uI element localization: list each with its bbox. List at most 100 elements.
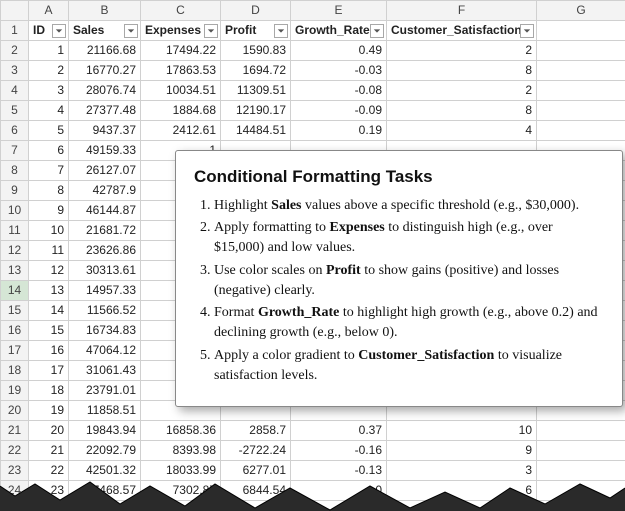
cell-expenses[interactable]: 17863.53 [141,61,221,81]
row-number[interactable]: 22 [1,441,29,461]
row-number[interactable]: 24 [1,481,29,501]
row-number[interactable]: 19 [1,381,29,401]
cell-sales[interactable]: 21166.68 [69,41,141,61]
cell-sales[interactable]: 28076.74 [69,81,141,101]
col-letter-E[interactable]: E [291,1,387,21]
cell-growth-rate[interactable]: 0.37 [291,421,387,441]
cell-id[interactable]: 2 [29,61,69,81]
cell-id[interactable]: 6 [29,141,69,161]
cell-empty[interactable] [537,21,625,41]
cell-id[interactable]: 4 [29,101,69,121]
header-profit[interactable]: Profit [221,21,291,41]
row-number[interactable]: 11 [1,221,29,241]
cell-expenses[interactable]: 18033.99 [141,461,221,481]
row-number[interactable]: 10 [1,201,29,221]
cell-sales[interactable]: 26127.07 [69,161,141,181]
cell-customer-satisfaction[interactable]: 10 [387,421,537,441]
cell-id[interactable]: 21 [29,441,69,461]
cell-expenses[interactable]: 16858.36 [141,421,221,441]
cell-sales[interactable]: 23626.86 [69,241,141,261]
header-id[interactable]: ID [29,21,69,41]
cell-profit[interactable]: 6844.54 [221,481,291,501]
cell-sales[interactable]: 22092.79 [69,441,141,461]
cell-id[interactable]: 11 [29,241,69,261]
cell-profit[interactable]: 14484.51 [221,121,291,141]
cell-id[interactable]: 1 [29,41,69,61]
select-all-corner[interactable] [1,1,29,21]
cell-customer-satisfaction[interactable]: 2 [387,41,537,61]
header-customer_satisfaction[interactable]: Customer_Satisfaction [387,21,537,41]
cell-customer-satisfaction[interactable]: 8 [387,101,537,121]
row-number[interactable]: 7 [1,141,29,161]
row-number[interactable]: 20 [1,401,29,421]
filter-dropdown-icon[interactable] [204,24,218,38]
cell-id[interactable]: 20 [29,421,69,441]
header-growth_rate[interactable]: Growth_Rate [291,21,387,41]
cell-profit[interactable]: 1694.72 [221,61,291,81]
cell-id[interactable]: 23 [29,481,69,501]
cell-profit[interactable]: 2858.7 [221,421,291,441]
row-number[interactable]: 14 [1,281,29,301]
cell-growth-rate[interactable]: -0.08 [291,81,387,101]
col-letter-B[interactable]: B [69,1,141,21]
cell-id[interactable]: 3 [29,81,69,101]
col-letter-A[interactable]: A [29,1,69,21]
cell-growth-rate[interactable]: 0.19 [291,121,387,141]
row-number[interactable]: 3 [1,61,29,81]
filter-dropdown-icon[interactable] [370,24,384,38]
cell-sales[interactable]: 31061.43 [69,361,141,381]
cell-expenses[interactable]: 7302.87 [141,481,221,501]
cell-customer-satisfaction[interactable]: 4 [387,121,537,141]
row-number[interactable]: 4 [1,81,29,101]
filter-dropdown-icon[interactable] [52,24,66,38]
cell-id[interactable]: 22 [29,461,69,481]
cell-sales[interactable]: 19843.94 [69,421,141,441]
row-number[interactable]: 23 [1,461,29,481]
cell-sales[interactable]: 21681.72 [69,221,141,241]
row-number[interactable]: 1 [1,21,29,41]
cell-empty[interactable] [537,461,625,481]
row-number[interactable]: 18 [1,361,29,381]
cell-profit[interactable]: 12190.17 [221,101,291,121]
cell-sales[interactable]: 16770.27 [69,61,141,81]
col-letter-C[interactable]: C [141,1,221,21]
row-number[interactable]: 13 [1,261,29,281]
cell-empty[interactable] [537,121,625,141]
row-number[interactable]: 2 [1,41,29,61]
cell-sales[interactable]: 42787.9 [69,181,141,201]
cell-sales[interactable]: 27377.48 [69,101,141,121]
header-expenses[interactable]: Expenses [141,21,221,41]
cell-id[interactable]: 16 [29,341,69,361]
row-number[interactable]: 6 [1,121,29,141]
cell-id[interactable]: 10 [29,221,69,241]
filter-dropdown-icon[interactable] [124,24,138,38]
cell-growth-rate[interactable]: -0.09 [291,101,387,121]
cell-empty[interactable] [537,421,625,441]
cell-empty[interactable] [537,101,625,121]
cell-customer-satisfaction[interactable]: 9 [387,441,537,461]
cell-growth-rate[interactable]: -0.16 [291,441,387,461]
cell-customer-satisfaction[interactable]: 6 [387,481,537,501]
header-sales[interactable]: Sales [69,21,141,41]
cell-expenses[interactable]: 1884.68 [141,101,221,121]
cell-id[interactable]: 7 [29,161,69,181]
cell-empty[interactable] [537,61,625,81]
cell-id[interactable]: 9 [29,201,69,221]
row-number[interactable]: 15 [1,301,29,321]
row-number[interactable]: 16 [1,321,29,341]
cell-growth-rate[interactable]: -0.03 [291,61,387,81]
cell-empty[interactable] [537,41,625,61]
cell-profit[interactable]: 1590.83 [221,41,291,61]
cell-id[interactable]: 8 [29,181,69,201]
cell-sales[interactable]: 46144.87 [69,201,141,221]
row-number[interactable]: 9 [1,181,29,201]
row-number[interactable]: 5 [1,101,29,121]
row-number[interactable]: 12 [1,241,29,261]
cell-id[interactable]: 17 [29,361,69,381]
cell-expenses[interactable]: 2412.61 [141,121,221,141]
cell-sales[interactable]: 16734.83 [69,321,141,341]
cell-customer-satisfaction[interactable]: 3 [387,461,537,481]
cell-expenses[interactable]: 17494.22 [141,41,221,61]
cell-expenses[interactable]: 8393.98 [141,441,221,461]
cell-sales[interactable]: 11566.52 [69,301,141,321]
